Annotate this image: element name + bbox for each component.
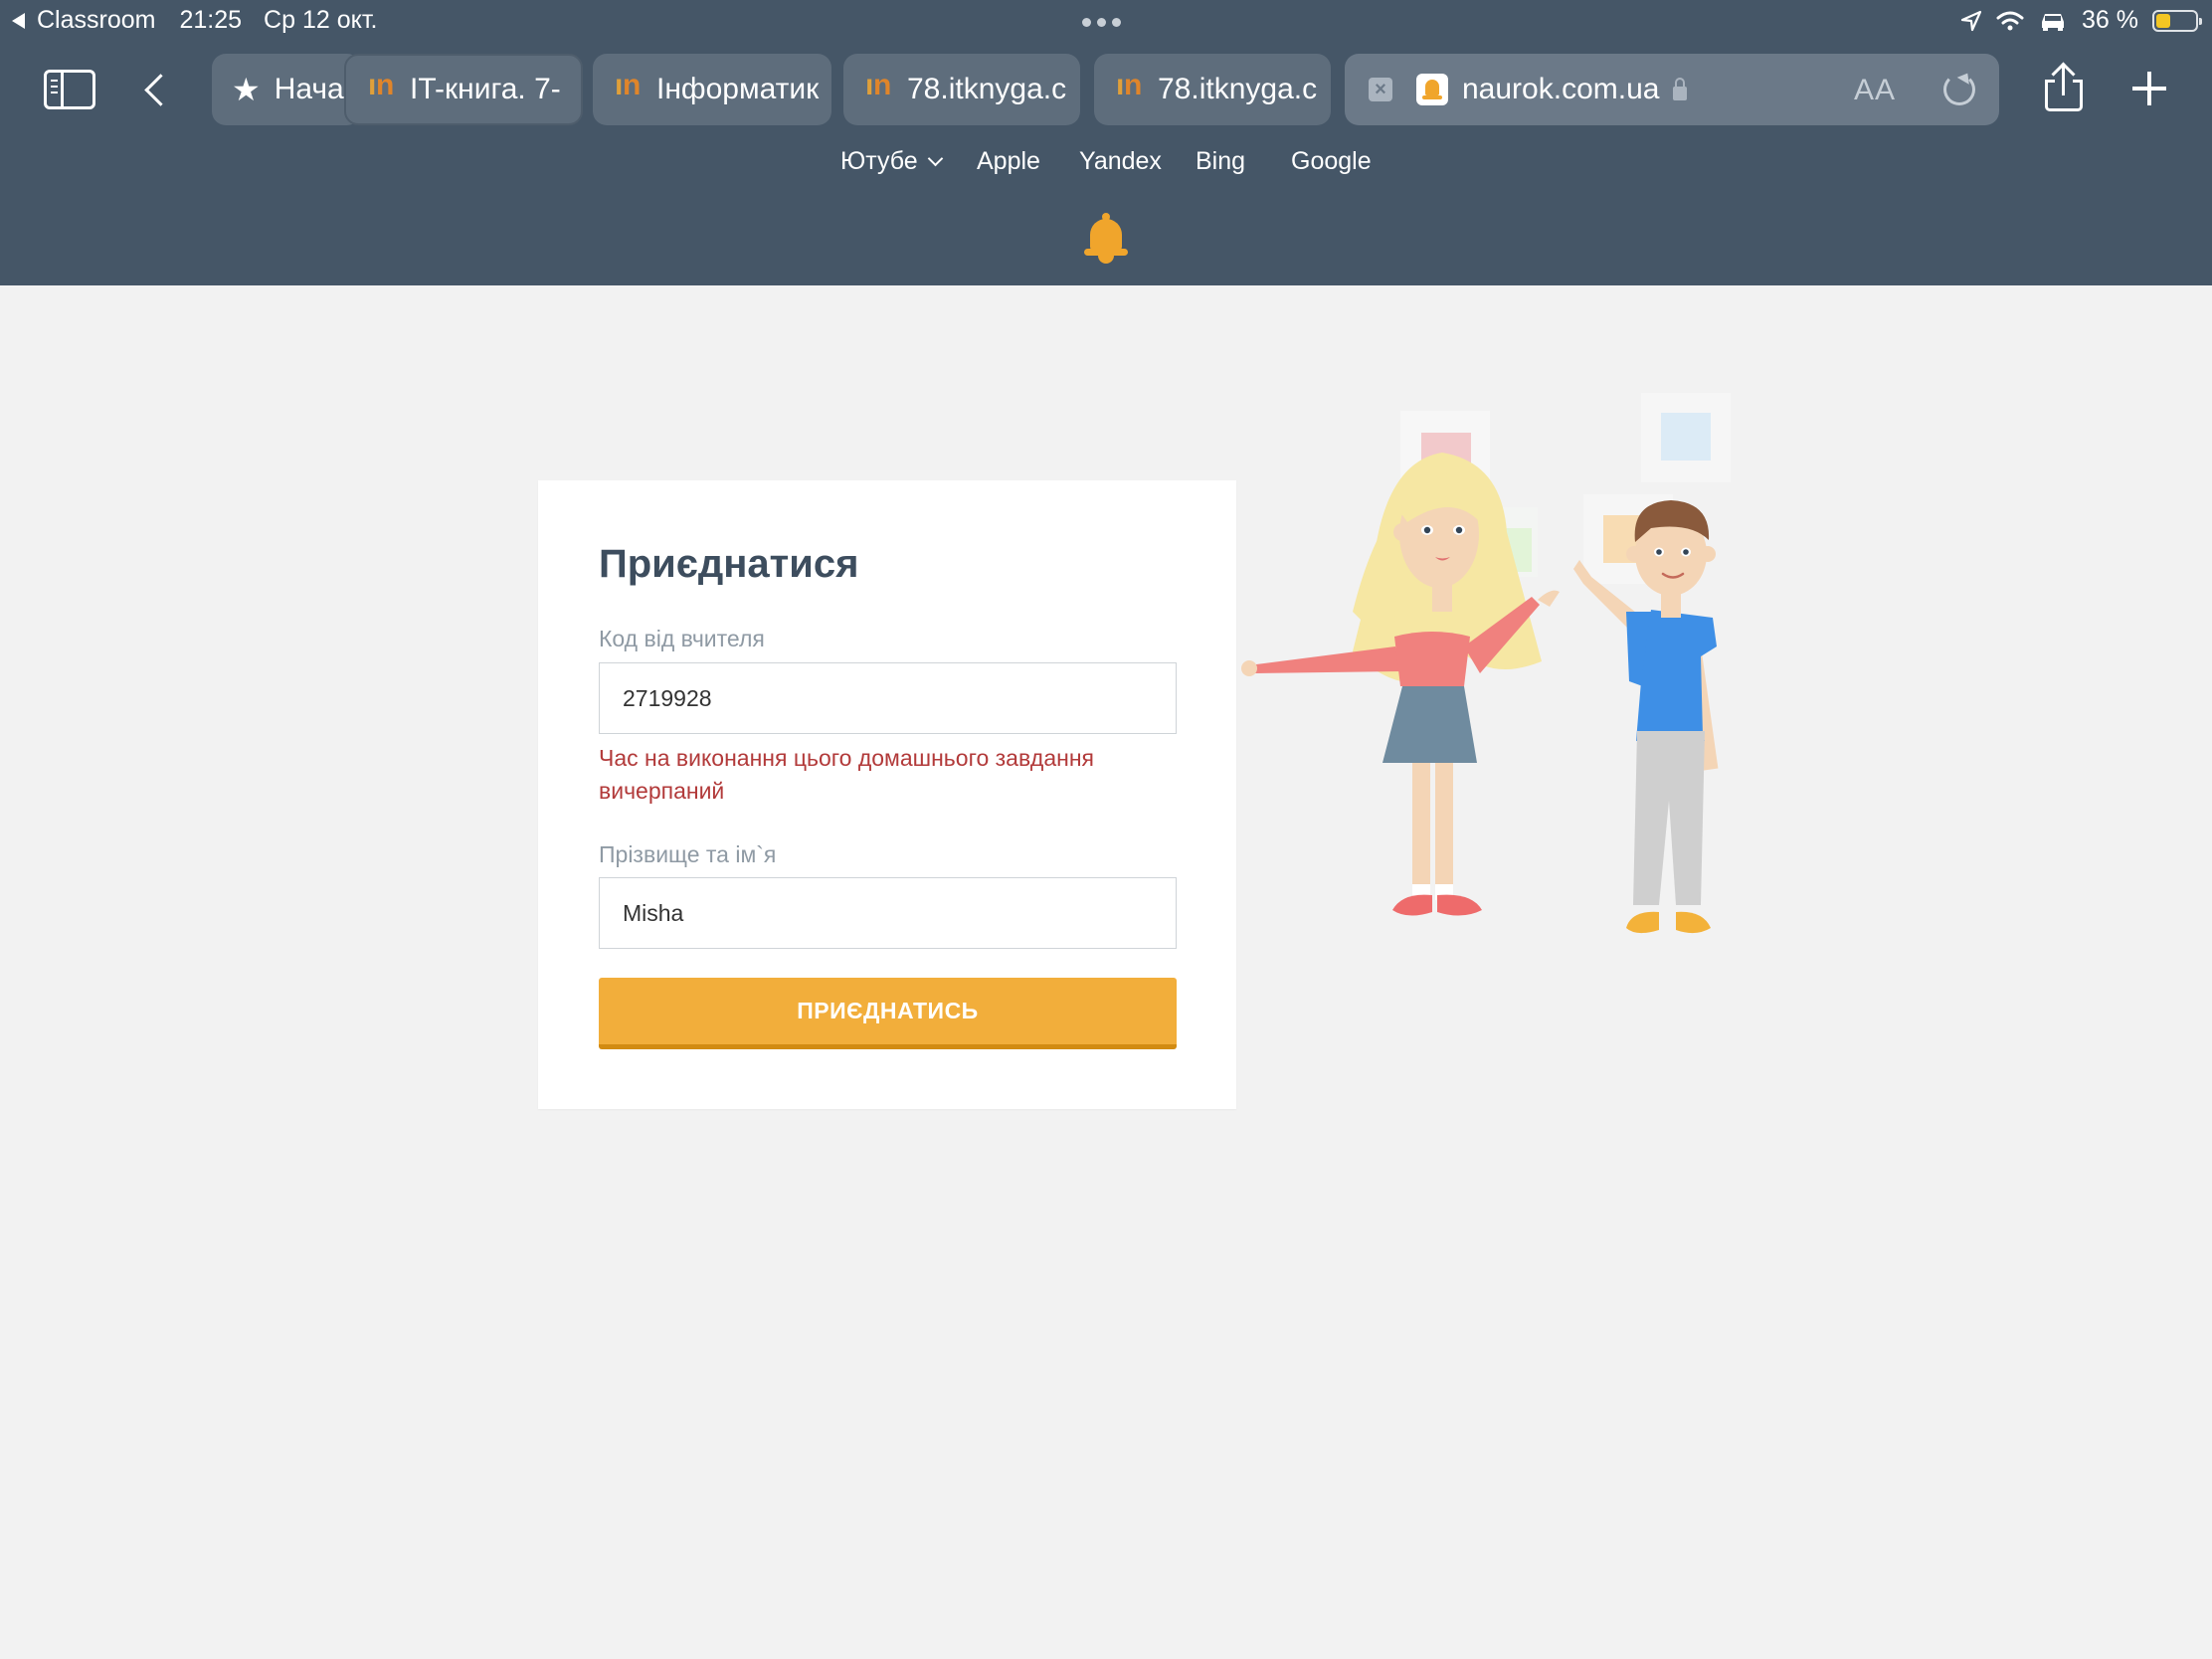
- name-label: Прізвище та ім`я: [599, 841, 777, 867]
- tab-informatyka[interactable]: Інформатик: [593, 54, 831, 125]
- wifi-icon: [1996, 11, 2024, 30]
- battery-icon: [2152, 9, 2202, 32]
- tab-start[interactable]: ★ Нача: [212, 54, 361, 125]
- tab-active-address-bar[interactable]: × naurok.com.ua AA: [1345, 54, 1999, 125]
- favorite-label: Ютубе: [840, 147, 918, 175]
- favorites-bar: Ютубе Apple Yandex Bing Google: [0, 147, 2212, 181]
- naurok-favicon: [1416, 74, 1448, 105]
- kids-illustration: [1241, 393, 1731, 934]
- tab-label: 78.itknyga.c: [907, 73, 1067, 105]
- favorite-bing[interactable]: Bing: [1196, 147, 1245, 176]
- tab-label: Інформатик: [656, 73, 820, 105]
- itknyga-favicon: [865, 69, 895, 102]
- back-chevron-icon[interactable]: [137, 68, 173, 111]
- sidebar-toggle-icon[interactable]: [44, 70, 95, 109]
- status-bar: Classroom 21:25 Ср 12 окт. 36 %: [0, 0, 2212, 40]
- full-name-input[interactable]: [599, 877, 1177, 949]
- car-icon: [2042, 13, 2065, 31]
- favorite-youtube[interactable]: Ютубе: [840, 147, 943, 176]
- browser-chrome: Classroom 21:25 Ср 12 окт. 36 % ★ Нача I…: [0, 0, 2212, 285]
- status-date: Ср 12 окт.: [264, 6, 378, 34]
- join-button[interactable]: ПРИЄДНАТИСЬ: [599, 978, 1177, 1049]
- naurok-bell-logo-icon[interactable]: [1084, 213, 1128, 265]
- tab-78-itknyga-1[interactable]: 78.itknyga.c: [843, 54, 1080, 125]
- back-to-app-icon[interactable]: [12, 12, 25, 29]
- favorite-apple[interactable]: Apple: [977, 147, 1040, 176]
- reader-settings-button[interactable]: AA: [1854, 74, 1896, 107]
- itknyga-favicon: [1116, 69, 1146, 102]
- tab-itknyga-1[interactable]: IT-книга. 7-: [344, 54, 583, 125]
- code-label: Код від вчителя: [599, 626, 765, 651]
- back-to-app-label[interactable]: Classroom: [37, 6, 155, 35]
- join-form-card: Приєднатися Код від вчителя Час на викон…: [538, 480, 1236, 1109]
- tab-label: Нача: [274, 73, 344, 105]
- share-icon[interactable]: [2043, 64, 2085, 113]
- error-message: Час на виконання цього домашнього завдан…: [599, 745, 1095, 804]
- close-tab-icon[interactable]: ×: [1369, 78, 1392, 101]
- chevron-down-icon: [927, 150, 943, 167]
- tab-78-itknyga-2[interactable]: 78.itknyga.c: [1094, 54, 1331, 125]
- address-domain[interactable]: naurok.com.ua: [1462, 73, 1659, 106]
- reload-icon[interactable]: [1943, 74, 1975, 105]
- location-icon: [1960, 10, 1982, 31]
- itknyga-favicon: [368, 69, 398, 102]
- favorite-google[interactable]: Google: [1291, 147, 1372, 176]
- page-title: Приєднатися: [599, 542, 859, 586]
- status-left: Classroom 21:25 Ср 12 окт.: [12, 6, 377, 35]
- battery-percent: 36 %: [2082, 6, 2138, 34]
- itknyga-favicon: [615, 69, 645, 102]
- status-right: 36 %: [1960, 6, 2202, 35]
- multitasking-dots-icon[interactable]: [1082, 18, 1121, 27]
- star-icon: ★: [232, 72, 261, 107]
- lock-icon: [1673, 78, 1688, 100]
- new-tab-plus-icon[interactable]: [2128, 68, 2170, 109]
- tab-label: 78.itknyga.c: [1158, 73, 1318, 105]
- teacher-code-input[interactable]: [599, 662, 1177, 734]
- status-time: 21:25: [179, 6, 243, 34]
- tab-label: IT-книга. 7-: [410, 73, 561, 105]
- favorite-yandex[interactable]: Yandex: [1079, 147, 1162, 176]
